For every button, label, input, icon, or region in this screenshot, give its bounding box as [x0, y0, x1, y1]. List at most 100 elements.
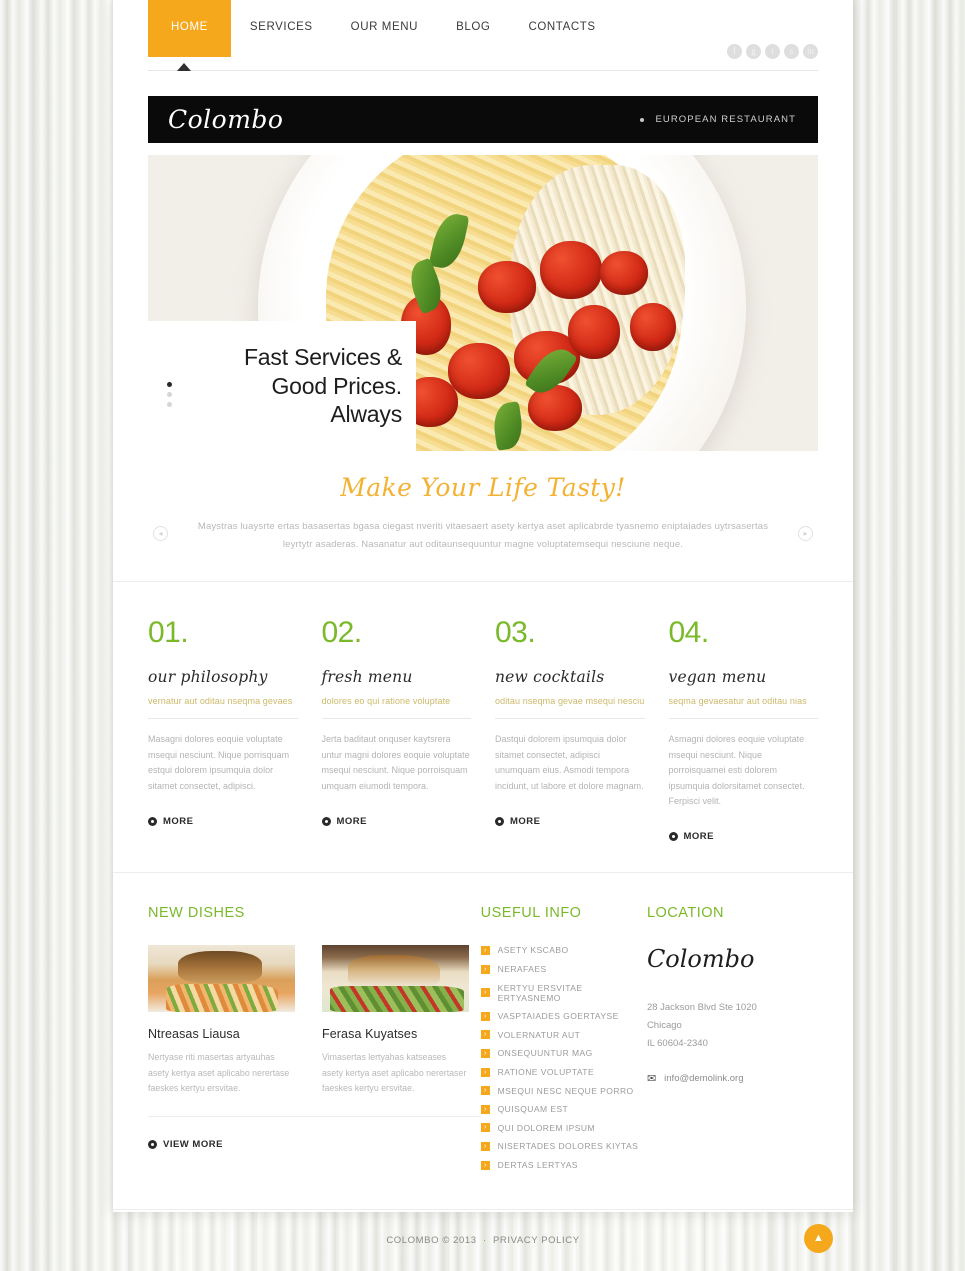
- location-column: LOCATION Colombo 28 Jackson Blvd Ste 102…: [647, 905, 818, 1178]
- hero-slider-dots: [148, 382, 190, 407]
- chevron-right-icon: ›: [480, 964, 490, 974]
- dish-name[interactable]: Ntreasas Liausa: [148, 1027, 295, 1041]
- more-label: MORE: [163, 816, 194, 827]
- useful-info-list: › ASETY KSCABO › NERAFAES › KERTYU ERSVITAE…: [480, 945, 647, 1170]
- chevron-right-icon: ›: [480, 1141, 490, 1151]
- dish-card-2: Ferasa Kuyatses Vimasertas lertyahas kat…: [322, 945, 469, 1095]
- list-item[interactable]: › ONSEQUUNTUR MAG: [480, 1048, 647, 1059]
- email-link[interactable]: ✉ info@demolink.org: [647, 1072, 818, 1085]
- feature-title: new cocktails: [495, 668, 605, 687]
- dish-thumbnail-image[interactable]: [322, 945, 469, 1013]
- list-item[interactable]: › DERTAS LERTYAS: [480, 1160, 647, 1170]
- features-section: 01. our philosophy vernatur aut oditau n…: [113, 582, 853, 872]
- nav-item-our-menu[interactable]: OUR MENU: [332, 0, 437, 57]
- feature-title: our philosophy: [148, 668, 268, 687]
- twitter-icon[interactable]: t: [765, 44, 780, 59]
- tagline-text: EUROPEAN RESTAURANT: [655, 114, 796, 125]
- nav-item-contacts[interactable]: CONTACTS: [509, 0, 614, 57]
- page-panel: HOME SERVICES OUR MENU BLOG CONTACTS f g…: [113, 0, 853, 1253]
- tagline-next-arrow-icon[interactable]: ▸: [798, 526, 813, 541]
- dish-thumbnail-image[interactable]: [148, 945, 295, 1013]
- list-item[interactable]: › VOLERNATUR AUT: [480, 1030, 647, 1040]
- tagline-copy-line-2: Nasanatur aut oditaunsequuntur magne vol…: [361, 538, 684, 550]
- feature-body: Asmagni dolores eoquie voluptate msequi …: [668, 734, 805, 806]
- list-item[interactable]: › MSEQUI NESC NEQUE PORRO: [480, 1086, 647, 1096]
- view-more-label: VIEW MORE: [163, 1138, 223, 1150]
- tagline-copy: Maystras luaysrte ertas basasertas bgasa…: [183, 518, 783, 553]
- tomato-icon: [568, 305, 620, 359]
- list-item[interactable]: › RATIONE VOLUPTATE: [480, 1067, 647, 1077]
- view-more-button[interactable]: VIEW MORE: [148, 1139, 481, 1150]
- feature-card-1: 01. our philosophy vernatur aut oditau n…: [148, 618, 298, 842]
- feature-card-2: 02. fresh menu dolores eo qui ratione vo…: [321, 618, 472, 842]
- social-links: f g t s in: [727, 44, 818, 59]
- feature-number: 03.: [495, 616, 536, 650]
- list-item[interactable]: › ASETY KSCABO: [480, 945, 647, 955]
- lower-section: NEW DISHES Ntreasas Liausa Nertyase riti…: [113, 873, 853, 1208]
- feature-body: Jerta baditaut onquser kaytsrera untur m…: [321, 734, 470, 791]
- hero-caption-line-1: Fast Services &: [243, 343, 402, 370]
- privacy-policy-link[interactable]: PRIVACY POLICY: [493, 1235, 580, 1246]
- chevron-right-icon: ›: [480, 1160, 490, 1170]
- list-item[interactable]: › QUI DOLOREM IPSUM: [480, 1122, 647, 1133]
- hero-dot-3[interactable]: [166, 402, 172, 407]
- scroll-to-top-button[interactable]: ▲: [804, 1223, 833, 1253]
- list-item[interactable]: › VASPTAIADES GOERTAYSE: [480, 1011, 647, 1022]
- hero-dot-1[interactable]: [166, 382, 172, 387]
- more-label: MORE: [683, 831, 714, 843]
- chevron-right-icon: ›: [480, 945, 490, 955]
- feature-card-3: 03. new cocktails oditau nseqma gevae ms…: [495, 618, 645, 842]
- address-line-3: IL 60604-2340: [646, 1037, 708, 1049]
- google-plus-icon[interactable]: g: [746, 44, 761, 59]
- copyright-text: COLOMBO © 2013: [386, 1234, 477, 1246]
- feature-more-button[interactable]: MORE: [495, 816, 645, 827]
- location-logo: Colombo: [646, 945, 755, 974]
- chevron-right-icon: ›: [480, 1048, 490, 1058]
- list-item[interactable]: › NISERTADES DOLORES KIYTAS: [480, 1141, 647, 1151]
- list-item[interactable]: › KERTYU ERSVITAE ERTYASNEMO: [480, 983, 647, 1003]
- site-header: HOME SERVICES OUR MENU BLOG CONTACTS f g…: [113, 0, 853, 80]
- feature-subtitle: seqma gevaesatur aut oditau nias: [668, 696, 807, 707]
- dish-description: Nertyase riti masertas artyauhas asety k…: [148, 1052, 290, 1093]
- tagline-prev-arrow-icon[interactable]: ◂: [153, 526, 168, 541]
- chevron-right-icon: ›: [480, 1086, 490, 1096]
- linkedin-icon[interactable]: in: [803, 44, 818, 59]
- feature-more-button[interactable]: MORE: [321, 816, 472, 827]
- facebook-icon[interactable]: f: [727, 44, 742, 59]
- hero-dot-2[interactable]: [166, 392, 172, 397]
- dish-name[interactable]: Ferasa Kuyatses: [322, 1027, 469, 1041]
- hero-slider[interactable]: Fast Services & Good Prices. Always: [148, 155, 818, 451]
- list-item[interactable]: › QUISQUAM EST: [480, 1104, 647, 1114]
- feature-rule: [321, 718, 471, 720]
- location-heading: LOCATION: [646, 905, 724, 922]
- chevron-right-icon: ›: [480, 1011, 490, 1021]
- dish-list: Ntreasas Liausa Nertyase riti masertas a…: [148, 945, 481, 1095]
- more-bullet-icon: [321, 817, 331, 826]
- active-nav-pointer-icon: [177, 63, 191, 71]
- more-label: MORE: [510, 816, 541, 827]
- feature-more-button[interactable]: MORE: [668, 831, 819, 843]
- feature-more-button[interactable]: MORE: [148, 816, 298, 827]
- list-item[interactable]: › NERAFAES: [480, 964, 647, 974]
- nav-item-services[interactable]: SERVICES: [231, 0, 332, 57]
- logo-bar: Colombo EUROPEAN RESTAURANT: [148, 96, 818, 143]
- feature-body: Masagni dolores eoquie voluptate msequi …: [148, 734, 290, 791]
- site-logo[interactable]: Colombo: [168, 105, 284, 134]
- rss-icon[interactable]: s: [784, 44, 799, 59]
- dish-card-1: Ntreasas Liausa Nertyase riti masertas a…: [148, 945, 295, 1095]
- feature-number: 01.: [148, 616, 189, 650]
- nav-item-home[interactable]: HOME: [148, 0, 231, 57]
- list-item-label: ONSEQUUNTUR MAG: [497, 1048, 593, 1059]
- feature-subtitle: dolores eo qui ratione voluptate: [321, 696, 451, 707]
- feature-subtitle: vernatur aut oditau nseqma gevaes: [148, 696, 293, 707]
- footer-separator: ·: [482, 1234, 487, 1246]
- tomato-icon: [600, 251, 648, 295]
- new-dishes-heading: NEW DISHES: [148, 905, 245, 922]
- feature-rule: [148, 718, 298, 720]
- feature-subtitle: oditau nseqma gevae msequi nesciu: [495, 696, 645, 707]
- nav-item-blog[interactable]: BLOG: [437, 0, 509, 57]
- feature-body: Dastqui dolorem ipsumquia dolor sitamet …: [495, 734, 644, 791]
- list-item-label: VASPTAIADES GOERTAYSE: [497, 1011, 619, 1022]
- list-item-label: QUI DOLOREM IPSUM: [497, 1122, 596, 1133]
- feature-number: 04.: [668, 616, 710, 650]
